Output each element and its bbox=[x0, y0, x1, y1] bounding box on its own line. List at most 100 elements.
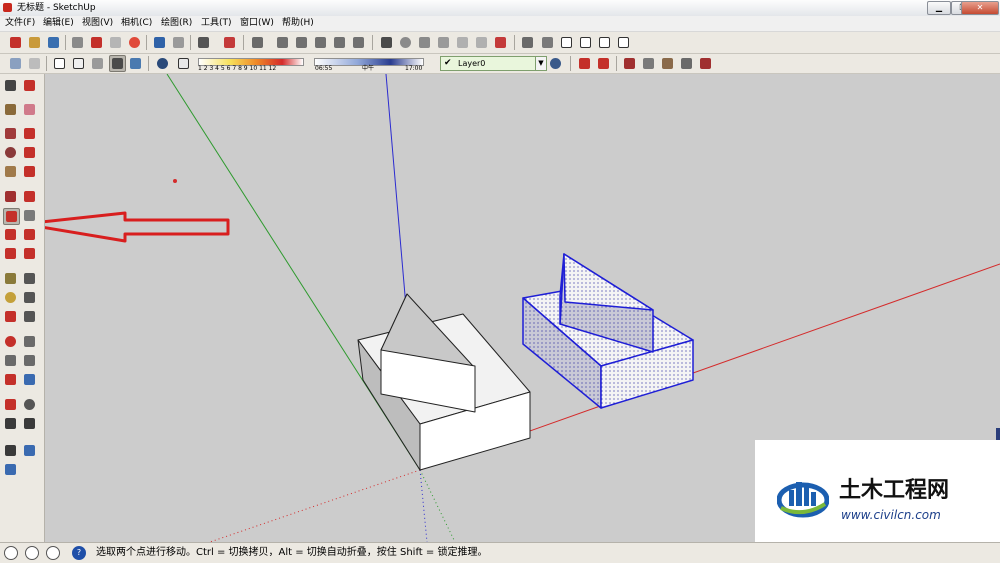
xray-icon[interactable] bbox=[8, 56, 23, 71]
offset-icon[interactable] bbox=[22, 246, 37, 261]
axes-icon[interactable] bbox=[3, 309, 18, 324]
close-button[interactable]: ✕ bbox=[961, 1, 999, 15]
display-shadows-icon[interactable] bbox=[176, 56, 191, 71]
zoom-window-tb-icon[interactable] bbox=[436, 35, 451, 50]
text-icon[interactable] bbox=[22, 290, 37, 305]
right-view-icon[interactable] bbox=[313, 35, 328, 50]
section-display-icon[interactable] bbox=[596, 56, 611, 71]
section-plane-icon[interactable] bbox=[22, 416, 37, 431]
layer-dropdown[interactable]: ✔ Layer0 ▼ bbox=[440, 56, 547, 71]
rotate-icon[interactable] bbox=[3, 227, 18, 242]
shaded-textures-icon[interactable] bbox=[109, 55, 126, 72]
line-icon[interactable] bbox=[22, 126, 37, 141]
move-icon[interactable] bbox=[3, 208, 20, 225]
zoom-extents-tb-icon[interactable] bbox=[493, 35, 508, 50]
3d-text-icon[interactable] bbox=[22, 309, 37, 324]
polygon-icon[interactable] bbox=[3, 164, 18, 179]
circle-icon[interactable] bbox=[3, 145, 18, 160]
user-icon[interactable] bbox=[46, 546, 60, 560]
sandbox-icon[interactable] bbox=[3, 443, 18, 458]
help-icon[interactable]: ? bbox=[72, 546, 86, 560]
shaded-icon[interactable] bbox=[90, 56, 105, 71]
dimension-icon[interactable] bbox=[22, 271, 37, 286]
geo-location-icon[interactable] bbox=[4, 546, 18, 560]
credits-icon[interactable] bbox=[25, 546, 39, 560]
tape-measure-icon[interactable] bbox=[3, 271, 18, 286]
zoom-window-icon[interactable] bbox=[22, 353, 37, 368]
model-info-icon[interactable] bbox=[222, 35, 237, 50]
print-icon[interactable] bbox=[196, 35, 211, 50]
menu-draw[interactable]: 绘图(R) bbox=[161, 17, 192, 29]
paint-bucket-icon[interactable] bbox=[3, 102, 18, 117]
sandbox-from-contours-icon[interactable] bbox=[622, 56, 637, 71]
previous-tb-icon[interactable] bbox=[455, 35, 470, 50]
two-point-arc-icon[interactable] bbox=[22, 189, 37, 204]
house-icon[interactable] bbox=[559, 35, 574, 50]
iso-view-icon[interactable] bbox=[250, 35, 265, 50]
shadow-date-slider[interactable]: 1 2 3 4 5 6 7 8 9 10 11 12 bbox=[198, 57, 306, 73]
make-component-icon[interactable] bbox=[22, 78, 37, 93]
zoom-extents-icon[interactable] bbox=[3, 372, 18, 387]
front-view-icon[interactable] bbox=[294, 35, 309, 50]
monochrome-icon[interactable] bbox=[128, 56, 143, 71]
zoom-icon[interactable] bbox=[3, 353, 18, 368]
menu-help[interactable]: 帮助(H) bbox=[282, 17, 314, 29]
menu-edit[interactable]: 编辑(E) bbox=[43, 17, 74, 29]
menu-window[interactable]: 窗口(W) bbox=[240, 17, 274, 29]
push-pull-icon[interactable] bbox=[22, 208, 37, 223]
share-model-icon[interactable] bbox=[540, 35, 555, 50]
hidden-line-icon[interactable] bbox=[71, 56, 86, 71]
section-plane-tb-icon[interactable] bbox=[577, 56, 592, 71]
stamp-icon[interactable] bbox=[3, 462, 18, 477]
minimize-button[interactable]: ▁ bbox=[927, 1, 951, 15]
drape-icon[interactable] bbox=[698, 56, 713, 71]
rectangle-icon[interactable] bbox=[3, 126, 18, 141]
menu-file[interactable]: 文件(F) bbox=[5, 17, 35, 29]
next-tb-icon[interactable] bbox=[474, 35, 489, 50]
erase-icon[interactable] bbox=[127, 35, 142, 50]
pan-tb-icon[interactable] bbox=[398, 35, 413, 50]
sandbox-from-scratch-icon[interactable] bbox=[641, 56, 656, 71]
follow-me-icon[interactable] bbox=[22, 227, 37, 242]
eraser-icon[interactable] bbox=[22, 102, 37, 117]
pie-icon[interactable] bbox=[3, 189, 18, 204]
walk-icon[interactable] bbox=[3, 416, 18, 431]
arc-icon[interactable] bbox=[22, 164, 37, 179]
smoove-tb-icon[interactable] bbox=[660, 56, 675, 71]
protractor-icon[interactable] bbox=[3, 290, 18, 305]
scale-icon[interactable] bbox=[3, 246, 18, 261]
previous-view-icon[interactable] bbox=[22, 372, 37, 387]
menu-camera[interactable]: 相机(C) bbox=[121, 17, 152, 29]
house-back-icon[interactable] bbox=[616, 35, 631, 50]
orbit-tb-icon[interactable] bbox=[379, 35, 394, 50]
chevron-down-icon[interactable]: ▼ bbox=[535, 57, 546, 70]
zoom-tb-icon[interactable] bbox=[417, 35, 432, 50]
look-around-icon[interactable] bbox=[22, 397, 37, 412]
back-edges-icon[interactable] bbox=[27, 56, 42, 71]
pan-icon[interactable] bbox=[22, 334, 37, 349]
cut-icon[interactable] bbox=[70, 35, 85, 50]
shadow-settings-icon[interactable] bbox=[155, 56, 170, 71]
paste-icon[interactable] bbox=[108, 35, 123, 50]
select-icon[interactable] bbox=[3, 78, 18, 93]
orbit-icon[interactable] bbox=[3, 334, 18, 349]
house-front-icon[interactable] bbox=[578, 35, 593, 50]
layer-manager-icon[interactable] bbox=[548, 56, 563, 71]
freehand-icon[interactable] bbox=[22, 145, 37, 160]
redo-icon[interactable] bbox=[171, 35, 186, 50]
house-side-icon[interactable] bbox=[597, 35, 612, 50]
top-view-icon[interactable] bbox=[275, 35, 290, 50]
new-icon[interactable] bbox=[8, 35, 23, 50]
menu-tools[interactable]: 工具(T) bbox=[201, 17, 232, 29]
stamp-tb-icon[interactable] bbox=[679, 56, 694, 71]
menu-view[interactable]: 视图(V) bbox=[82, 17, 113, 29]
open-icon[interactable] bbox=[27, 35, 42, 50]
undo-icon[interactable] bbox=[152, 35, 167, 50]
warehouse-icon[interactable] bbox=[520, 35, 535, 50]
left-view-icon[interactable] bbox=[351, 35, 366, 50]
save-icon[interactable] bbox=[46, 35, 61, 50]
back-view-icon[interactable] bbox=[332, 35, 347, 50]
shadow-time-slider[interactable]: 06:55 中午 17:00 bbox=[314, 57, 426, 73]
smoove-icon[interactable] bbox=[22, 443, 37, 458]
wireframe-icon[interactable] bbox=[52, 56, 67, 71]
